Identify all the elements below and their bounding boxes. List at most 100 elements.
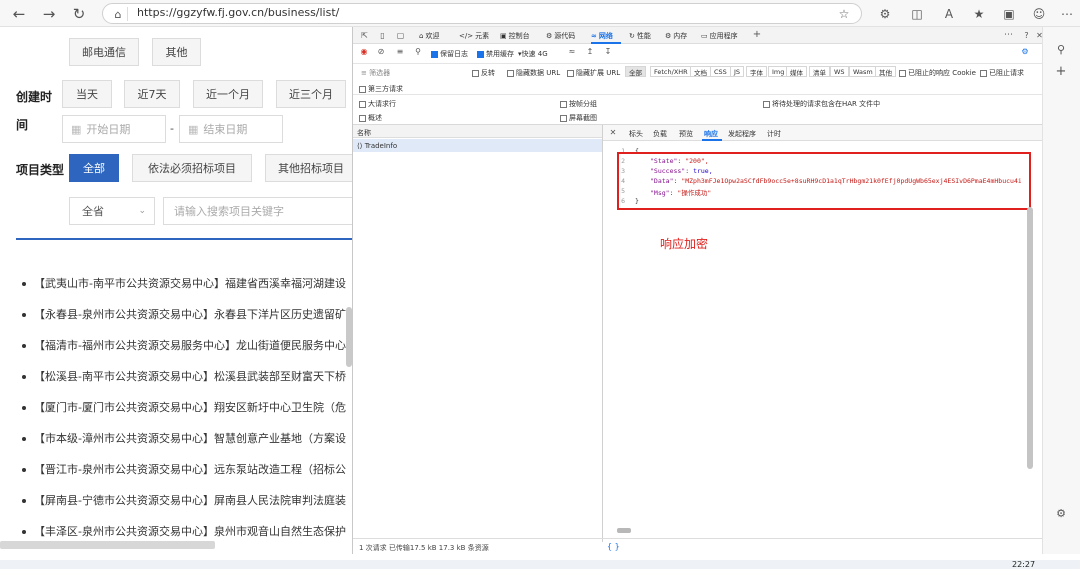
list-item[interactable]: 【市本级-漳州市公共资源交易中心】智慧创意产业基地（方案设 [22,430,346,446]
time-today-button[interactable]: 当天 [62,80,112,108]
read-aloud-icon[interactable]: A [940,5,958,23]
list-item[interactable]: 【福清市-福州市公共资源交易服务中心】龙山街道便民服务中心 [22,337,346,353]
type-chip[interactable]: 清单 [809,66,830,77]
inspect-icon[interactable]: ⇱ [359,30,370,41]
sidebar-add-icon[interactable]: + [1053,63,1069,79]
disable-cache-checkbox[interactable] [477,50,484,58]
time-3months-button[interactable]: 近三个月 [276,80,346,108]
collections-icon[interactable]: ▣ [1000,5,1018,23]
list-item[interactable]: 【永春县-泉州市公共资源交易中心】永春县下洋片区历史遗留矿 [22,306,346,322]
tab-console[interactable]: ▣ 控制台 [500,31,530,41]
detail-tab[interactable]: 响应 [704,129,718,139]
sidebar-search-icon[interactable]: ⚲ [1053,41,1069,57]
detail-tab[interactable]: 负载 [653,129,667,139]
list-item[interactable]: 【松溪县-南平市公共资源交易中心】松溪县武装部至财富天下桥 [22,368,346,384]
blocked-cookies-option[interactable]: 已阻止的响应 Cookie [899,68,976,78]
third-party-checkbox[interactable] [359,85,366,93]
tab-sources[interactable]: ⚙ 源代码 [546,31,575,41]
blocked-cookies-checkbox[interactable] [899,69,906,77]
big-rows-checkbox[interactable] [359,100,366,108]
start-date-field[interactable]: ▦ 开始日期 [62,115,166,143]
region-select[interactable]: 全省 ⌄ [69,197,155,225]
time-1month-button[interactable]: 近一个月 [193,80,263,108]
favorites-icon[interactable]: ★ [970,5,988,23]
response-scrollbar-thumb[interactable] [1027,207,1033,469]
list-item-title[interactable]: 【福清市-福州市公共资源交易服务中心】龙山街道便民服务中心 [34,339,346,352]
big-rows-option[interactable]: 大请求行 [359,99,396,109]
extensions-icon[interactable]: ⚙ [876,5,894,23]
hide-ext-url-option[interactable]: 隐藏扩展 URL [567,68,620,78]
favorite-star-icon[interactable]: ☆ [837,7,851,21]
sidebar-settings-icon[interactable]: ⚙ [1053,505,1069,521]
blocked-requests-checkbox[interactable] [980,69,987,77]
clear-icon[interactable]: ⊘ [376,47,386,57]
hide-data-url-checkbox[interactable] [507,69,514,77]
list-item-title[interactable]: 【厦门市-厦门市公共资源交易中心】翔安区新圩中心卫生院（危 [34,401,346,414]
split-divider[interactable] [602,125,603,542]
filter-input[interactable]: ≡ 筛选器 [361,68,390,78]
refresh-icon[interactable]: ↻ [70,5,88,23]
list-item-title[interactable]: 【丰泽区-泉州市公共资源交易中心】泉州市观音山自然生态保护 [34,525,346,538]
throttle-select[interactable]: ▾快速 4G [518,49,548,59]
disable-cache-option[interactable]: 禁用缓存 [477,49,514,59]
detail-tab[interactable]: 计时 [767,129,781,139]
address-bar[interactable]: ⌂ https://ggzyfw.fj.gov.cn/business/list… [102,3,862,24]
type-chip[interactable]: 字体 [746,66,767,77]
list-item[interactable]: 【厦门市-厦门市公共资源交易中心】翔安区新圩中心卫生院（危 [22,399,346,415]
screenshots-option[interactable]: 屏幕截图 [560,113,597,123]
type-chip[interactable]: Fetch/XHR [650,66,692,77]
third-party-option[interactable]: 第三方请求 [359,84,403,94]
list-item[interactable]: 【丰泽区-泉州市公共资源交易中心】泉州市观音山自然生态保护 [22,523,346,539]
detail-tab[interactable]: 标头 [629,129,643,139]
type-chip[interactable]: 文档 [690,66,711,77]
record-icon[interactable]: ◉ [359,47,369,57]
type-chip[interactable]: Wasm [849,66,877,77]
time-7days-button[interactable]: 近7天 [124,80,180,108]
devtools-more-icon[interactable]: ⋯ [1003,30,1014,41]
tab-application[interactable]: ▭ 应用程序 [701,31,738,41]
end-date-field[interactable]: ▦ 结束日期 [179,115,283,143]
type-all-button[interactable]: 全部 [69,154,119,182]
response-hscroll-thumb[interactable] [617,528,631,533]
list-item-title[interactable]: 【松溪县-南平市公共资源交易中心】松溪县武装部至财富天下桥 [34,370,346,383]
tab-performance[interactable]: ↻ 性能 [629,31,651,41]
preserve-log-option[interactable]: 保留日志 [431,49,468,59]
har-pending-option[interactable]: 将待处理的请求包含在HAR 文件中 [763,99,880,109]
industry-button-other[interactable]: 其他 [152,38,201,66]
list-item-title[interactable]: 【晋江市-泉州市公共资源交易中心】远东泵站改造工程（招标公 [34,463,346,476]
search-icon[interactable]: ⚲ [413,47,423,57]
tab-network[interactable]: ≈ 网络 [591,31,613,41]
invert-option[interactable]: 反转 [472,68,495,78]
profile-icon[interactable]: ☺ [1030,5,1048,23]
type-other-button[interactable]: 其他招标项目 [265,154,352,182]
close-details-icon[interactable]: ✕ [608,127,618,138]
add-tab-icon[interactable]: + [751,29,763,41]
filter-icon[interactable]: ≡ [395,47,405,57]
har-pending-checkbox[interactable] [763,100,770,108]
invert-checkbox[interactable] [472,69,479,77]
list-item-title[interactable]: 【永春县-泉州市公共资源交易中心】永春县下洋片区历史遗留矿 [34,308,346,321]
page-horizontal-scrollbar[interactable] [0,541,215,549]
hide-ext-url-checkbox[interactable] [567,69,574,77]
list-item[interactable]: 【武夷山市-南平市公共资源交易中心】福建省西溪幸福河湖建设 [22,275,346,291]
device-toolbar-icon[interactable]: ▯ [377,30,388,41]
overview-checkbox[interactable] [359,114,366,122]
network-conditions-icon[interactable]: ≈ [567,47,577,57]
type-chip[interactable]: 其他 [875,66,896,77]
tab-welcome[interactable]: ⌂ 欢迎 [419,31,439,41]
list-item[interactable]: 【晋江市-泉州市公共资源交易中心】远东泵站改造工程（招标公 [22,461,346,477]
type-mandatory-button[interactable]: 依法必须招标项目 [132,154,252,182]
overview-option[interactable]: 概述 [359,113,382,123]
url-text[interactable]: https://ggzyfw.fj.gov.cn/business/list/ [137,6,339,19]
help-icon[interactable]: ? [1021,30,1032,41]
list-item-title[interactable]: 【武夷山市-南平市公共资源交易中心】福建省西溪幸福河湖建设 [34,277,346,290]
group-by-frame-checkbox[interactable] [560,100,567,108]
pretty-print-button[interactable]: { } [607,542,620,551]
type-chip[interactable]: WS [830,66,849,77]
list-item-title[interactable]: 【屏南县-宁德市公共资源交易中心】屏南县人民法院审判法庭装 [34,494,346,507]
list-item[interactable]: 【屏南县-宁德市公共资源交易中心】屏南县人民法院审判法庭装 [22,492,346,508]
preserve-log-checkbox[interactable] [431,50,438,58]
split-screen-icon[interactable]: ◫ [908,5,926,23]
import-har-icon[interactable]: ↥ [585,47,595,57]
dock-icon[interactable]: ▢ [395,30,406,41]
